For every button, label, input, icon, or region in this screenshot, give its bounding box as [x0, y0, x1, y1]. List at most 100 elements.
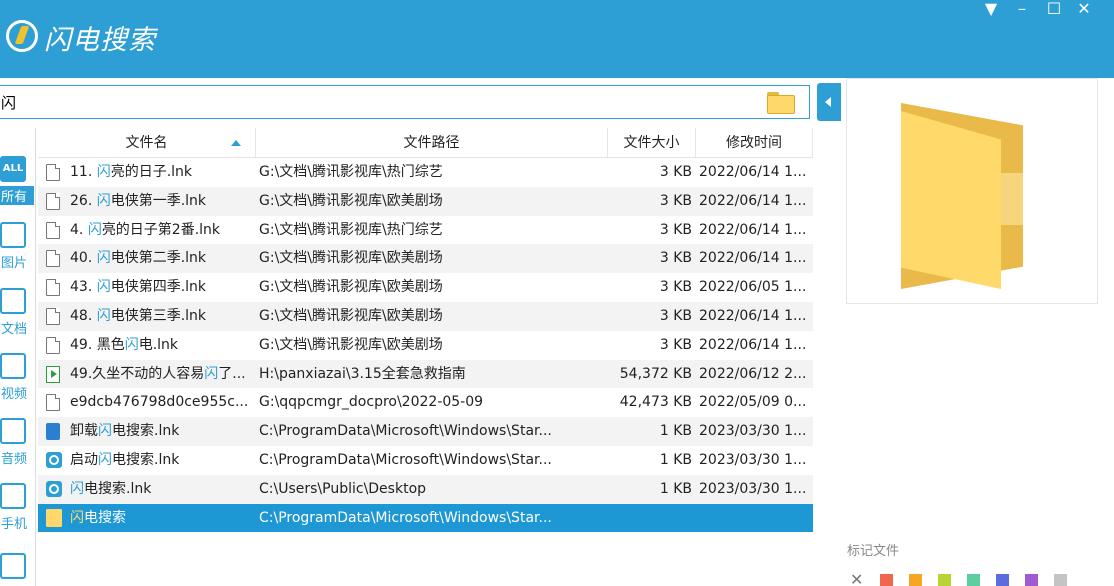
menu-dropdown-icon[interactable]: ▼	[977, 0, 1005, 20]
table-row[interactable]: 49. 黑色闪电.lnk G:\文档\腾讯影视库\欧美剧场 3 KB 2022/06/…	[38, 330, 813, 360]
category-sidebar: ALL 所有 图片 文档 视频 音频 手机 程序	[0, 128, 36, 586]
file-name: 26. 闪电侠第一季.lnk	[70, 192, 207, 209]
table-row[interactable]: 闪电搜索.lnk C:\Users\Public\Desktop 1 KB 2023/…	[38, 474, 813, 504]
close-button[interactable]: ✕	[1070, 0, 1098, 20]
table-row[interactable]: 卸载闪电搜索.lnk C:\ProgramData\Microsoft\Windo…	[38, 417, 813, 446]
uninstall-icon	[46, 423, 60, 441]
file-path: C:\Users\Public\Desktop	[259, 480, 427, 497]
file-modified-time: 2022/06/14 1...	[699, 250, 807, 267]
file-path: G:\文档\腾讯影视库\欧美剧场	[259, 192, 443, 209]
document-icon	[0, 288, 26, 314]
clear-mark-icon[interactable]: ✕	[850, 572, 863, 586]
file-modified-time: 2023/03/30 1...	[699, 451, 807, 468]
file-name: 启动闪电搜索.lnk	[70, 451, 180, 468]
category-label: 图片	[0, 256, 27, 271]
mark-files-label: 标记文件	[847, 544, 900, 559]
file-name: 卸载闪电搜索.lnk	[70, 423, 180, 440]
table-row[interactable]: 11. 闪亮的日子.lnk G:\文档\腾讯影视库\热门综艺 3 KB 2022/06…	[38, 158, 813, 187]
file-modified-time: 2022/06/05 1...	[699, 279, 807, 296]
table-row[interactable]: e9dcb476798d0ce955c... G:\qqpcmgr_docpro\…	[38, 388, 813, 418]
file-size: 42,473 KB	[619, 394, 692, 411]
image-icon	[0, 222, 26, 248]
column-header-time[interactable]: 修改时间	[696, 128, 813, 158]
maximize-button[interactable]: ☐	[1040, 0, 1068, 20]
file-size: 1 KB	[659, 480, 692, 497]
file-path: G:\文档\腾讯影视库\热门综艺	[259, 221, 443, 238]
file-name: 闪电搜索	[70, 509, 126, 526]
file-path: G:\文档\腾讯影视库\欧美剧场	[259, 307, 443, 324]
file-path: C:\ProgramData\Microsoft\Windows\Star...	[259, 423, 552, 440]
folder-icon[interactable]	[767, 92, 797, 114]
file-name: 40. 闪电侠第二季.lnk	[70, 250, 207, 267]
table-row[interactable]: 26. 闪电侠第一季.lnk G:\文档\腾讯影视库\欧美剧场 3 KB 2022/0…	[38, 186, 813, 216]
file-name: e9dcb476798d0ce955c...	[70, 394, 249, 411]
table-row[interactable]: 43. 闪电侠第四季.lnk G:\文档\腾讯影视库\欧美剧场 3 KB 2022/0…	[38, 273, 813, 302]
file-size: 1 KB	[659, 451, 692, 468]
file-name: 48. 闪电侠第三季.lnk	[70, 307, 207, 324]
mark-color-swatch[interactable]	[996, 574, 1009, 586]
search-input[interactable]	[0, 86, 755, 118]
table-row[interactable]: 启动闪电搜索.lnk C:\ProgramData\Microsoft\Windo…	[38, 445, 813, 475]
folder-icon	[901, 103, 1025, 289]
file-modified-time: 2022/06/12 2...	[699, 365, 807, 382]
file-table: 文件名 文件路径 文件大小 修改时间 11. 闪亮的日子.lnk G:\文档\腾讯…	[38, 128, 813, 586]
file-name: 闪电搜索.lnk	[70, 480, 152, 497]
shortcut-file-icon	[46, 279, 60, 297]
file-name: 49.久坐不动的人容易闪了...	[70, 365, 246, 382]
shortcut-file-icon	[46, 192, 60, 210]
table-row[interactable]: 48. 闪电侠第三季.lnk G:\文档\腾讯影视库\欧美剧场 3 KB 2022/0…	[38, 301, 813, 331]
table-row[interactable]: 闪电搜索 C:\ProgramData\Microsoft\Windows\Sta…	[38, 503, 813, 533]
category-documents[interactable]: 文档	[0, 288, 34, 350]
file-modified-time: 2023/03/30 1...	[699, 480, 807, 497]
mark-color-swatch[interactable]	[938, 574, 951, 586]
column-header-name[interactable]: 文件名	[38, 128, 256, 158]
file-size: 54,372 KB	[619, 365, 692, 382]
table-row[interactable]: 4. 闪亮的日子第2番.lnk G:\文档\腾讯影视库\热门综艺 3 KB 2022/…	[38, 215, 813, 245]
mark-color-swatch[interactable]	[909, 574, 922, 586]
file-path: H:\panxiazai\3.15全套急救指南	[259, 365, 466, 382]
file-size: 3 KB	[659, 336, 692, 353]
search-bar	[0, 85, 810, 119]
file-path: G:\文档\腾讯影视库\欧美剧场	[259, 250, 443, 267]
file-name: 43. 闪电侠第四季.lnk	[70, 279, 207, 296]
category-label: 文档	[0, 322, 27, 337]
file-size	[608, 504, 692, 533]
category-audio[interactable]: 音频	[0, 418, 34, 480]
table-row[interactable]: 40. 闪电侠第二季.lnk G:\文档\腾讯影视库\欧美剧场 3 KB 2022/0…	[38, 244, 813, 274]
file-modified-time: 2023/03/30 1...	[699, 423, 807, 440]
mark-color-swatch[interactable]	[880, 574, 893, 586]
file-modified-time: 2022/06/14 1...	[699, 307, 807, 324]
shortcut-file-icon	[46, 336, 60, 354]
folder-icon	[46, 508, 62, 527]
mark-color-swatch[interactable]	[1025, 574, 1038, 586]
mark-color-swatch[interactable]	[967, 574, 980, 586]
file-modified-time: 2022/05/09 0...	[699, 394, 807, 411]
table-header: 文件名 文件路径 文件大小 修改时间	[38, 128, 813, 158]
file-modified-time: 2022/06/14 1...	[699, 221, 807, 238]
category-images[interactable]: 图片	[0, 222, 34, 284]
shortcut-file-icon	[46, 250, 60, 268]
title-bar: 闪电搜索 ▼ – ☐ ✕	[0, 0, 1114, 78]
program-icon	[0, 553, 26, 579]
category-label: 音频	[0, 452, 27, 467]
file-size: 3 KB	[659, 221, 692, 238]
table-row[interactable]: 49.久坐不动的人容易闪了... H:\panxiazai\3.15全套急救指南 5…	[38, 359, 813, 389]
category-programs[interactable]: 程序	[0, 553, 34, 586]
collapse-panel-button[interactable]	[817, 83, 841, 121]
column-header-size[interactable]: 文件大小	[608, 128, 696, 158]
mark-color-swatch[interactable]	[1054, 574, 1067, 586]
category-phone[interactable]: 手机	[0, 483, 34, 545]
file-size: 3 KB	[659, 250, 692, 267]
file-modified-time: 2022/06/14 1...	[699, 164, 807, 180]
column-header-path[interactable]: 文件路径	[256, 128, 608, 158]
shortcut-file-icon	[46, 164, 60, 181]
file-modified-time: 2022/06/14 1...	[699, 192, 807, 209]
app-shortcut-icon	[46, 451, 62, 468]
video-file-icon	[46, 365, 60, 383]
file-path: G:\文档\腾讯影视库\欧美剧场	[259, 279, 443, 296]
category-all[interactable]: ALL 所有	[0, 156, 34, 218]
file-size: 3 KB	[659, 307, 692, 324]
shortcut-file-icon	[46, 307, 60, 325]
category-videos[interactable]: 视频	[0, 353, 34, 415]
minimize-button[interactable]: –	[1008, 0, 1036, 20]
